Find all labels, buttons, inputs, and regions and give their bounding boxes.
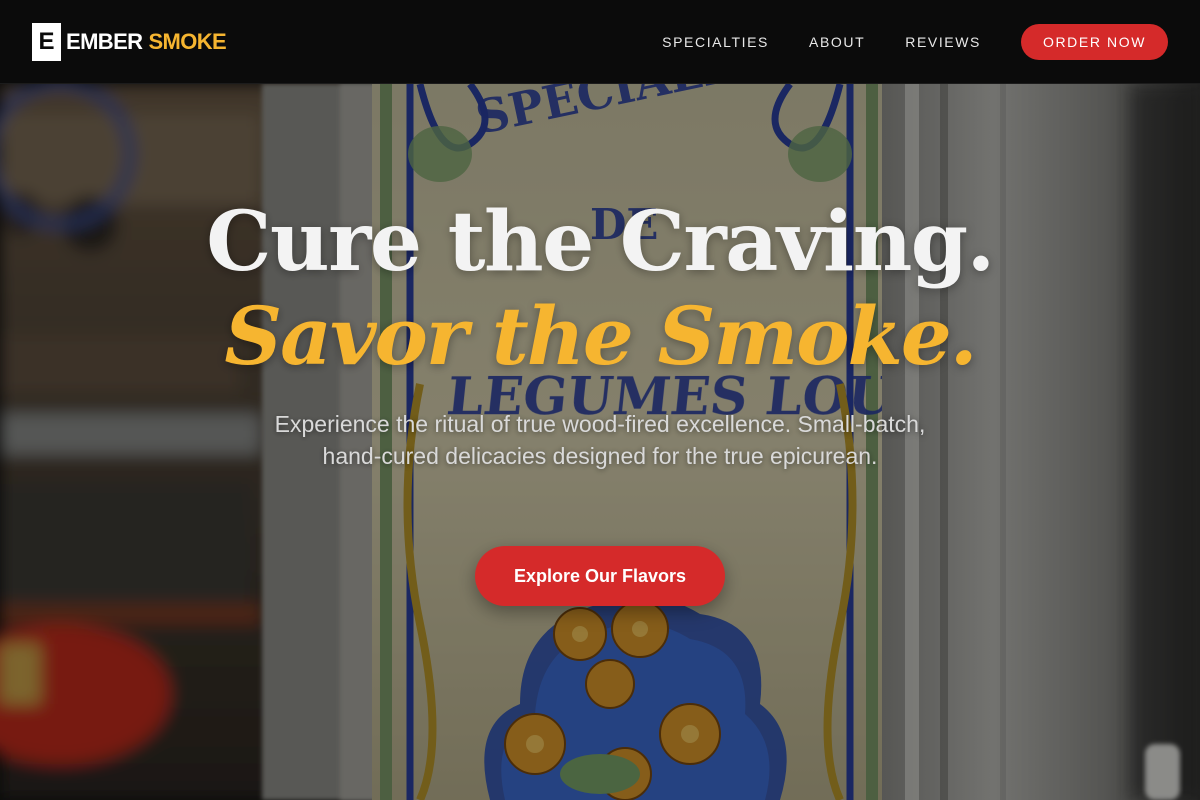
- nav-link-specialties[interactable]: SPECIALTIES: [662, 34, 769, 50]
- explore-flavors-button[interactable]: Explore Our Flavors: [475, 546, 725, 606]
- hero-section: SPECIALITE DE LEGUMES LOUIS: [0, 84, 1200, 800]
- top-navigation: E EMBER SMOKE SPECIALTIES ABOUT REVIEWS O…: [0, 0, 1200, 84]
- logo-word-primary: EMBER: [66, 28, 143, 54]
- logo-mark: E: [32, 22, 61, 61]
- hero-content: Cure the Craving. Savor the Smoke. Exper…: [0, 84, 1200, 800]
- hero-subheadline: Savor the Smoke.: [224, 289, 977, 383]
- nav-link-reviews[interactable]: REVIEWS: [905, 34, 981, 50]
- logo-wordmark: EMBER SMOKE: [66, 28, 227, 55]
- logo-word-accent: SMOKE: [148, 28, 227, 54]
- main-menu: SPECIALTIES ABOUT REVIEWS ORDER NOW: [662, 23, 1168, 60]
- hero-lead-text: Experience the ritual of true wood-fired…: [274, 411, 926, 469]
- brand-logo[interactable]: E EMBER SMOKE: [32, 22, 227, 61]
- order-now-button[interactable]: ORDER NOW: [1021, 23, 1168, 60]
- nav-link-about[interactable]: ABOUT: [809, 34, 865, 50]
- hero-headline: Cure the Craving.: [206, 194, 995, 290]
